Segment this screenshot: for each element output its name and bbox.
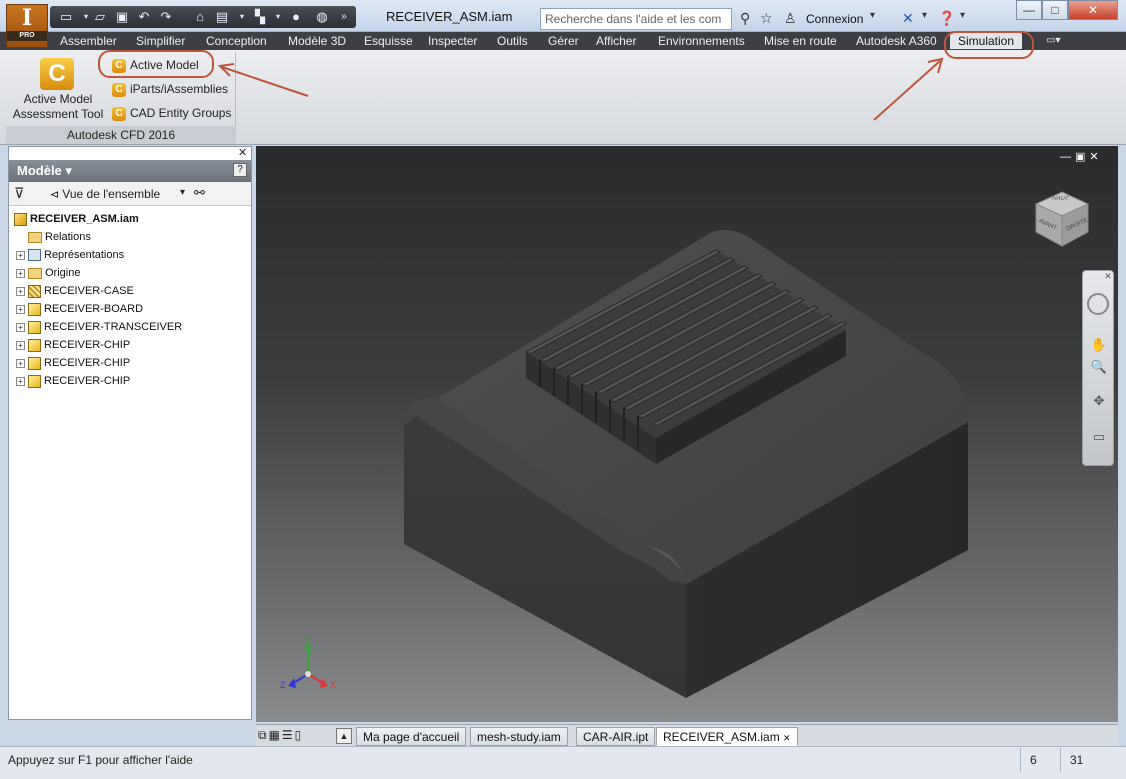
tree-root[interactable]: RECEIVER_ASM.iam <box>14 211 139 227</box>
browser-title-text: Modèle ▾ <box>17 163 72 178</box>
annotation-arrows <box>217 57 944 121</box>
tab-close-icon[interactable]: ✕ <box>783 733 791 743</box>
part-icon <box>28 356 41 370</box>
receiver-model <box>288 230 968 698</box>
tree-item-label: Représentations <box>44 249 125 261</box>
part-icon <box>28 374 41 388</box>
doc-tab-receiver-asm[interactable]: RECEIVER_ASM.iam ✕ <box>656 727 798 746</box>
navbar-close-icon[interactable]: ✕ <box>1103 271 1113 291</box>
tree-item-label: RECEIVER-CHIP <box>44 375 131 387</box>
tree-root-label: RECEIVER_ASM.iam <box>30 213 139 225</box>
status-help-text: Appuyez sur F1 pour afficher l'aide <box>8 753 193 767</box>
expand-icon[interactable]: + <box>16 304 25 314</box>
expand-icon[interactable]: + <box>16 268 25 278</box>
status-count-occurrences: 6 <box>1030 753 1037 767</box>
view-cube[interactable]: HAUT AVANT DROITE <box>1030 188 1094 252</box>
tab-list-icon[interactable]: ▲ <box>336 728 352 744</box>
doc-tab-car-air[interactable]: CAR-AIR.ipt <box>576 727 656 746</box>
pan-icon[interactable]: ✋ <box>1089 337 1109 357</box>
view-cube-top: HAUT <box>1050 196 1070 202</box>
folder-icon <box>28 267 42 279</box>
tree-item-origine[interactable]: + Origine <box>16 265 80 281</box>
app-edition: PRO <box>7 31 47 41</box>
expand-icon[interactable]: + <box>16 286 25 296</box>
axis-x-label: X <box>330 680 337 690</box>
axis-y-label: Y <box>304 635 311 645</box>
tree-item-label: RECEIVER-BOARD <box>44 303 144 315</box>
document-tab-bar: ⧉▦☰▯ ▲ Ma page d'accueil mesh-study.iam … <box>256 724 1118 746</box>
look-at-icon[interactable]: ▭ <box>1089 429 1109 449</box>
expand-icon[interactable]: + <box>16 340 25 350</box>
assembly-icon <box>14 212 27 226</box>
browser-help-icon[interactable]: ? <box>233 163 247 177</box>
part-icon <box>28 338 41 352</box>
status-count-files: 31 <box>1070 753 1084 767</box>
view-label: Vue de l'ensemble <box>62 187 161 201</box>
tree-item-label: Relations <box>45 231 91 243</box>
part-icon <box>28 302 41 316</box>
tree-item-receiver-transceiver[interactable]: + RECEIVER-TRANSCEIVER <box>16 319 182 335</box>
status-divider <box>1060 748 1061 772</box>
tree-item-label: RECEIVER-TRANSCEIVER <box>44 321 183 333</box>
tree-item-label: RECEIVER-CHIP <box>44 357 131 369</box>
expand-icon[interactable]: + <box>16 322 25 332</box>
tree-item-label: Origine <box>45 267 81 279</box>
app-menu-button[interactable]: I PRO <box>6 4 48 48</box>
app-logo-letter: I <box>21 5 33 31</box>
tree-item-relations[interactable]: Relations <box>16 229 91 245</box>
tree-item-receiver-chip[interactable]: + RECEIVER-CHIP <box>16 373 130 389</box>
zoom-icon[interactable]: 🔍 <box>1089 359 1109 379</box>
folder-icon <box>28 231 42 243</box>
expand-icon[interactable]: + <box>16 250 25 260</box>
binoculars-icon[interactable]: ⚯ <box>194 185 205 201</box>
orbit-icon[interactable]: ✥ <box>1089 393 1109 413</box>
view-dropdown-icon[interactable]: ▾ <box>180 187 185 198</box>
tree-item-representations[interactable]: + Représentations <box>16 247 124 263</box>
status-divider <box>1020 748 1021 772</box>
tree-item-receiver-chip[interactable]: + RECEIVER-CHIP <box>16 337 130 353</box>
part-icon <box>28 284 41 298</box>
navigation-bar: ✕ ✋ 🔍 ✥ ▭ <box>1082 270 1114 466</box>
tree-item-receiver-case[interactable]: + RECEIVER-CASE <box>16 283 134 299</box>
tree-item-label: RECEIVER-CHIP <box>44 339 131 351</box>
part-icon <box>28 320 41 334</box>
doc-tab-mesh-study[interactable]: mesh-study.iam <box>470 727 568 746</box>
browser-close-icon[interactable]: ✕ <box>238 146 247 159</box>
axis-z-label: Z <box>280 680 286 690</box>
tree-item-receiver-chip[interactable]: + RECEIVER-CHIP <box>16 355 130 371</box>
expand-icon[interactable]: + <box>16 376 25 386</box>
viewport-window-controls[interactable]: —▣✕ <box>1060 150 1103 163</box>
doc-tab-label: RECEIVER_ASM.iam <box>663 730 780 744</box>
filter-icon[interactable]: ⊽ <box>14 185 24 202</box>
expand-icon[interactable]: + <box>16 358 25 368</box>
axis-triad <box>288 642 328 688</box>
view-selector[interactable]: ⊲ Vue de l'ensemble <box>50 187 160 201</box>
graphics-viewport[interactable]: Y X Z HAUT AVANT DROITE —▣✕ <box>256 146 1118 722</box>
window-arrange-icons[interactable]: ⧉▦☰▯ <box>258 728 303 743</box>
doc-tab-home[interactable]: Ma page d'accueil <box>356 727 467 746</box>
browser-title[interactable]: Modèle ▾ <box>9 160 251 182</box>
tree-item-receiver-board[interactable]: + RECEIVER-BOARD <box>16 301 143 317</box>
steering-wheel-icon[interactable] <box>1087 293 1109 315</box>
tree-item-label: RECEIVER-CASE <box>44 285 134 297</box>
representations-icon <box>28 249 41 262</box>
tree-view-icon: ⊲ <box>50 189 63 201</box>
